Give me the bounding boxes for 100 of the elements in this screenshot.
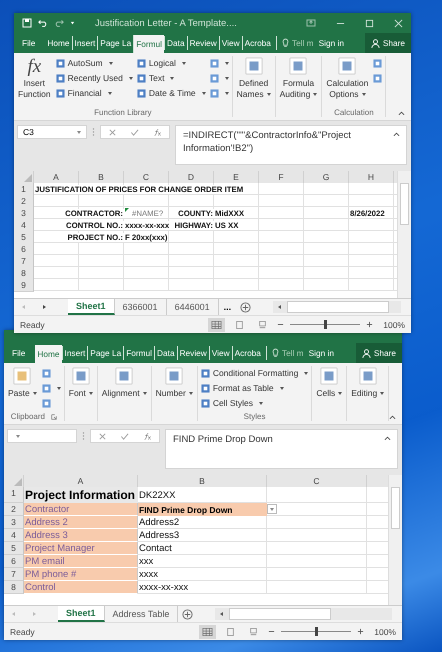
- vertical-scrollbar[interactable]: [388, 475, 402, 605]
- add-sheet-icon[interactable]: [182, 608, 194, 620]
- collapse-ribbon-icon[interactable]: [398, 111, 405, 116]
- row-number[interactable]: 4: [4, 529, 24, 542]
- ribbon-menu-button[interactable]: Text: [136, 72, 206, 84]
- vertical-scrollbar[interactable]: [397, 171, 411, 298]
- icon-menu-button[interactable]: [373, 57, 382, 69]
- insert-function-icon[interactable]: [143, 432, 152, 440]
- ribbon-menu-button[interactable]: Conditional Formatting: [200, 367, 308, 379]
- row-number[interactable]: 2: [4, 503, 24, 516]
- row-number[interactable]: 8: [4, 581, 24, 594]
- ribbon-tab[interactable]: Home: [45, 33, 72, 53]
- row-number[interactable]: 4: [14, 219, 34, 232]
- ribbon-menu-button[interactable]: Cell Styles: [200, 397, 308, 409]
- close-icon[interactable]: [394, 18, 403, 28]
- cancel-icon[interactable]: [108, 128, 117, 136]
- zoom-out-icon[interactable]: [268, 628, 276, 635]
- ribbon-button[interactable]: Defined Names: [236, 56, 272, 117]
- ribbon-menu-button[interactable]: Format as Table: [200, 382, 308, 394]
- sign-in-link[interactable]: Sign in: [318, 33, 344, 53]
- dialog-launcher-icon[interactable]: [51, 414, 57, 420]
- row-number[interactable]: 7: [4, 568, 24, 581]
- sheet-tab[interactable]: Sheet1: [58, 606, 105, 622]
- ribbon-tab[interactable]: Home: [35, 345, 62, 363]
- ribbon-tab[interactable]: Review: [186, 36, 219, 50]
- row-number[interactable]: 9: [14, 279, 34, 292]
- zoom-in-icon[interactable]: [357, 628, 364, 635]
- normal-view-icon[interactable]: [208, 318, 226, 332]
- ribbon-tab[interactable]: View: [208, 346, 232, 360]
- horizontal-scrollbar[interactable]: [215, 608, 392, 620]
- ribbon-tab[interactable]: Insert: [72, 36, 98, 50]
- ribbon-button[interactable]: Cells: [315, 366, 344, 421]
- maximize-icon[interactable]: [365, 18, 374, 28]
- share-button[interactable]: Share: [356, 343, 402, 363]
- ribbon-display-icon[interactable]: [306, 18, 316, 28]
- row-number[interactable]: 1: [4, 487, 24, 503]
- zoom-level[interactable]: 100%: [383, 320, 405, 330]
- ribbon-button[interactable]: Calculation Options: [325, 56, 370, 108]
- zoom-slider-thumb[interactable]: [315, 627, 318, 636]
- redo-icon[interactable]: [54, 18, 64, 28]
- ribbon-tab[interactable]: Formul: [123, 346, 154, 360]
- ribbon-tab[interactable]: Data: [164, 36, 187, 50]
- ribbon-menu-button[interactable]: Financial: [56, 87, 133, 99]
- dropdown-button[interactable]: [267, 504, 277, 514]
- ribbon-tab[interactable]: Acroba: [242, 36, 273, 50]
- ribbon-tab[interactable]: Page La: [87, 346, 124, 360]
- ribbon-menu-button[interactable]: Date & Time: [136, 87, 206, 99]
- icon-menu-button[interactable]: [210, 57, 229, 69]
- ribbon-tab[interactable]: File: [14, 33, 46, 53]
- row-number[interactable]: 2: [14, 195, 34, 208]
- ribbon-menu-button[interactable]: Logical: [136, 57, 206, 69]
- zoom-out-icon[interactable]: [277, 321, 284, 328]
- collapse-icon[interactable]: [393, 132, 400, 137]
- share-button[interactable]: Share: [364, 33, 411, 53]
- row-number[interactable]: 8: [14, 267, 34, 280]
- undo-icon[interactable]: [38, 18, 48, 28]
- save-icon[interactable]: [22, 18, 32, 28]
- customize-caret-icon[interactable]: [70, 20, 75, 26]
- check-icon[interactable]: [120, 432, 130, 440]
- ribbon-button[interactable]: Paste: [7, 366, 38, 412]
- next-sheet-icon[interactable]: [41, 304, 47, 310]
- icon-menu-button[interactable]: [373, 72, 382, 84]
- ribbon-tab[interactable]: Formul: [133, 35, 164, 53]
- ribbon-tab[interactable]: Data: [154, 346, 177, 360]
- icon-menu-button[interactable]: [42, 382, 61, 394]
- row-number[interactable]: 3: [14, 207, 34, 220]
- ribbon-button[interactable]: Formula Auditing: [278, 56, 318, 117]
- formula-field[interactable]: =INDIRECT("'"&ContractorInfo&"Project Information'!B2"): [175, 125, 407, 165]
- row-number[interactable]: 6: [4, 555, 24, 568]
- name-box[interactable]: C3: [17, 125, 87, 139]
- horizontal-scrollbar[interactable]: [273, 301, 401, 313]
- ribbon-menu-button[interactable]: AutoSum: [56, 57, 133, 69]
- ribbon-button[interactable]: Font: [68, 366, 94, 421]
- check-icon[interactable]: [130, 128, 140, 136]
- row-number[interactable]: 5: [14, 231, 34, 244]
- ribbon-tab[interactable]: Insert: [62, 346, 88, 360]
- zoom-slider-thumb[interactable]: [324, 320, 328, 329]
- ribbon-button[interactable]: Editing: [350, 366, 386, 421]
- icon-menu-button[interactable]: [210, 87, 229, 99]
- more-sheets-button[interactable]: ...: [218, 299, 236, 315]
- row-number[interactable]: 3: [4, 516, 24, 529]
- insert-function-icon[interactable]: [153, 128, 162, 136]
- ribbon-button[interactable]: Number: [154, 366, 194, 421]
- zoom-in-icon[interactable]: [366, 321, 374, 328]
- row-number[interactable]: 6: [14, 243, 34, 256]
- ribbon-tab[interactable]: File: [4, 343, 36, 363]
- sign-in-link[interactable]: Sign in: [308, 343, 334, 363]
- collapse-ribbon-icon[interactable]: [389, 415, 396, 420]
- ribbon-button[interactable]: Alignment: [100, 366, 148, 421]
- icon-menu-button[interactable]: [210, 72, 229, 84]
- collapse-icon[interactable]: [384, 436, 391, 441]
- ribbon-button[interactable]: fx Insert Function: [17, 56, 52, 108]
- row-number[interactable]: 7: [14, 255, 34, 268]
- ribbon-tab[interactable]: Review: [176, 346, 209, 360]
- formula-field[interactable]: FIND Prime Drop Down: [165, 429, 398, 469]
- row-number[interactable]: 5: [4, 542, 24, 555]
- cancel-icon[interactable]: [98, 432, 107, 440]
- ribbon-tab[interactable]: View: [218, 36, 242, 50]
- ribbon-tab[interactable]: Acroba: [232, 346, 263, 360]
- sheet-tab[interactable]: Sheet1: [68, 299, 115, 315]
